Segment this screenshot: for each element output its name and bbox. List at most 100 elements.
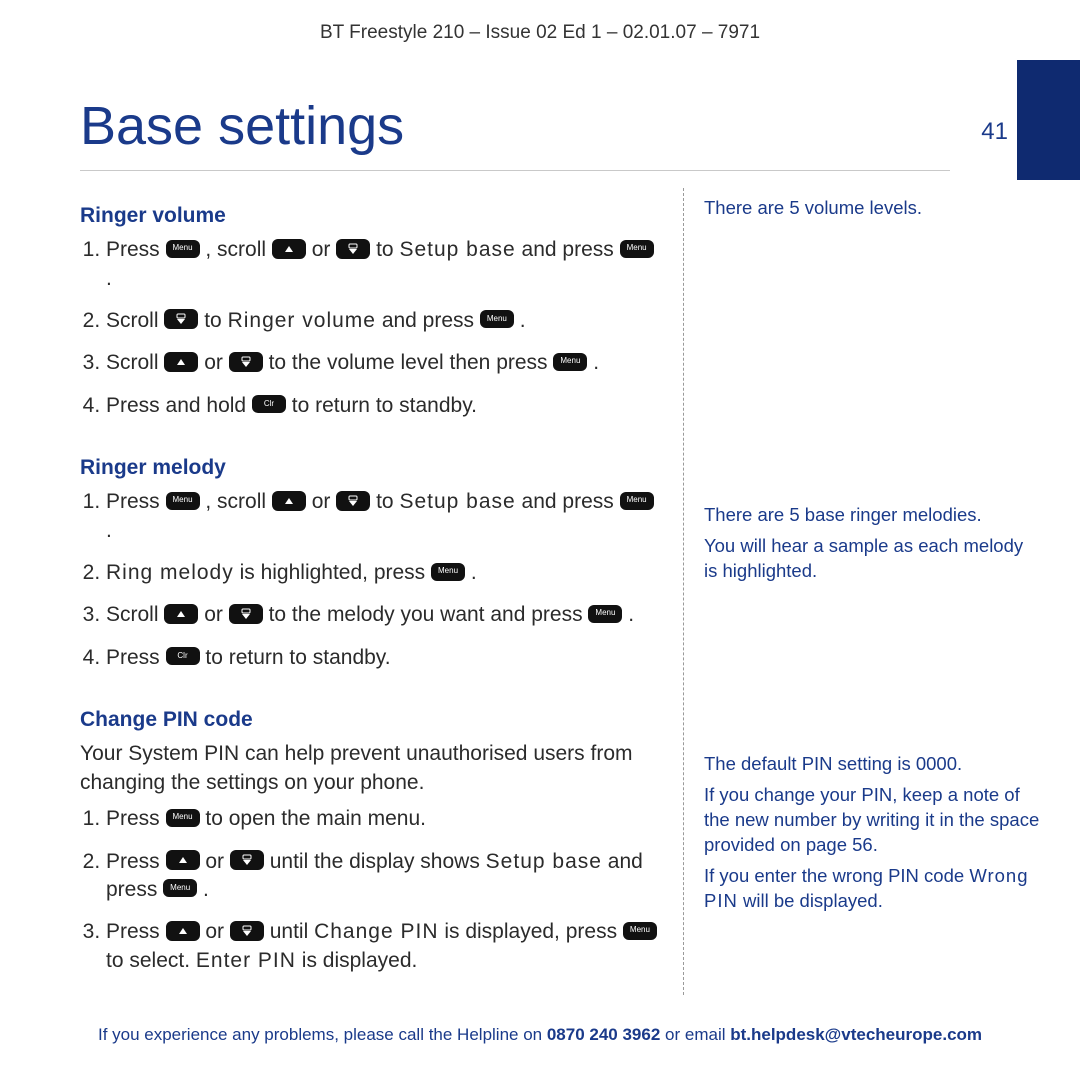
up-key-icon [272, 491, 306, 511]
lcd-text: Setup base [399, 490, 515, 513]
step: Press Menu , scroll or to Setup base and… [106, 488, 661, 545]
menu-key-icon: Menu [166, 240, 200, 258]
side-note: If you change your PIN, keep a note of t… [704, 783, 1040, 858]
steps-change-pin: Press Menu to open the main menu. Press … [80, 805, 661, 975]
step: Ring melody is highlighted, press Menu . [106, 559, 661, 587]
steps-ringer-melody: Press Menu , scroll or to Setup base and… [80, 488, 661, 672]
clr-key-icon: Clr [166, 647, 200, 665]
text: Press [106, 807, 166, 830]
text: Scroll [106, 603, 164, 626]
text: and press [522, 238, 620, 261]
text: Press [106, 238, 166, 261]
text: Press [106, 850, 166, 873]
lcd-text: Ringer volume [228, 309, 376, 332]
side-note: There are 5 base ringer melodies. [704, 503, 1040, 528]
lcd-text: Enter PIN [196, 949, 296, 972]
page-title: Base settings [80, 90, 404, 163]
text: or [312, 490, 337, 513]
lcd-text: Ring melody [106, 561, 234, 584]
down-book-key-icon [164, 309, 198, 329]
text: is displayed, press [444, 920, 623, 943]
step: Scroll or to the volume level then press… [106, 349, 661, 377]
side-note: The default PIN setting is 0000. [704, 752, 1040, 777]
text: . [593, 351, 599, 374]
text: to open the main menu. [205, 807, 426, 830]
text: or [204, 603, 229, 626]
step: Press Menu , scroll or to Setup base and… [106, 236, 661, 293]
text: until the display shows [270, 850, 486, 873]
down-book-key-icon [229, 604, 263, 624]
up-key-icon [272, 239, 306, 259]
text: If you enter the wrong PIN code [704, 865, 969, 886]
menu-key-icon: Menu [166, 492, 200, 510]
down-book-key-icon [230, 921, 264, 941]
text: is displayed. [302, 949, 418, 972]
side-note: There are 5 volume levels. [704, 196, 1040, 221]
pin-intro: Your System PIN can help prevent unautho… [80, 740, 661, 797]
text: to select. [106, 949, 196, 972]
up-key-icon [164, 352, 198, 372]
text: . [106, 267, 112, 290]
step: Press or until Change PIN is displayed, … [106, 918, 661, 975]
text: will be displayed. [743, 890, 883, 911]
main-column: Ringer volume Press Menu , scroll or to … [80, 188, 683, 995]
helpdesk-email: bt.helpdesk@vtecheurope.com [730, 1025, 982, 1044]
page-number: 41 [981, 116, 1008, 148]
helpline-phone: 0870 240 3962 [547, 1025, 660, 1044]
text: to the volume level then press [269, 351, 554, 374]
steps-ringer-volume: Press Menu , scroll or to Setup base and… [80, 236, 661, 420]
text: . [203, 878, 209, 901]
text: to return to standby. [205, 646, 390, 669]
lcd-text: Setup base [399, 238, 515, 261]
step: Scroll to Ringer volume and press Menu . [106, 307, 661, 335]
text: and press [522, 490, 620, 513]
menu-key-icon: Menu [620, 492, 654, 510]
title-rule [80, 170, 950, 171]
text: to return to standby. [292, 394, 477, 417]
heading-ringer-melody: Ringer melody [80, 454, 661, 482]
text: Press [106, 646, 166, 669]
text: or [312, 238, 337, 261]
clr-key-icon: Clr [252, 395, 286, 413]
menu-key-icon: Menu [620, 240, 654, 258]
text: . [628, 603, 634, 626]
text: Press [106, 920, 166, 943]
side-note: If you enter the wrong PIN code Wrong PI… [704, 864, 1040, 914]
lcd-text: Setup base [486, 850, 602, 873]
text: to [204, 309, 227, 332]
down-book-key-icon [230, 850, 264, 870]
text: , scroll [205, 238, 272, 261]
step: Scroll or to the melody you want and pre… [106, 601, 661, 629]
footer-text: or email [665, 1025, 730, 1044]
text: , scroll [205, 490, 272, 513]
lcd-text: Change PIN [314, 920, 438, 943]
text: Scroll [106, 309, 164, 332]
side-note: You will hear a sample as each melody is… [704, 534, 1040, 584]
text: . [520, 309, 526, 332]
text: Scroll [106, 351, 164, 374]
text: or [204, 351, 229, 374]
doc-header: BT Freestyle 210 – Issue 02 Ed 1 – 02.01… [0, 20, 1080, 46]
page-badge [1017, 60, 1080, 180]
heading-change-pin: Change PIN code [80, 706, 661, 734]
down-book-key-icon [336, 491, 370, 511]
step: Press Menu to open the main menu. [106, 805, 661, 833]
text: or [205, 850, 230, 873]
footer-text: If you experience any problems, please c… [98, 1025, 547, 1044]
text: and press [382, 309, 480, 332]
menu-key-icon: Menu [166, 809, 200, 827]
step: Press and hold Clr to return to standby. [106, 392, 661, 420]
text: until [270, 920, 314, 943]
text: to [376, 238, 399, 261]
text: Press and hold [106, 394, 252, 417]
text: to [376, 490, 399, 513]
text: Press [106, 490, 166, 513]
text: . [106, 519, 112, 542]
up-key-icon [164, 604, 198, 624]
down-book-key-icon [229, 352, 263, 372]
up-key-icon [166, 921, 200, 941]
menu-key-icon: Menu [480, 310, 514, 328]
footer: If you experience any problems, please c… [0, 1024, 1080, 1047]
menu-key-icon: Menu [431, 563, 465, 581]
step: Press Clr to return to standby. [106, 644, 661, 672]
